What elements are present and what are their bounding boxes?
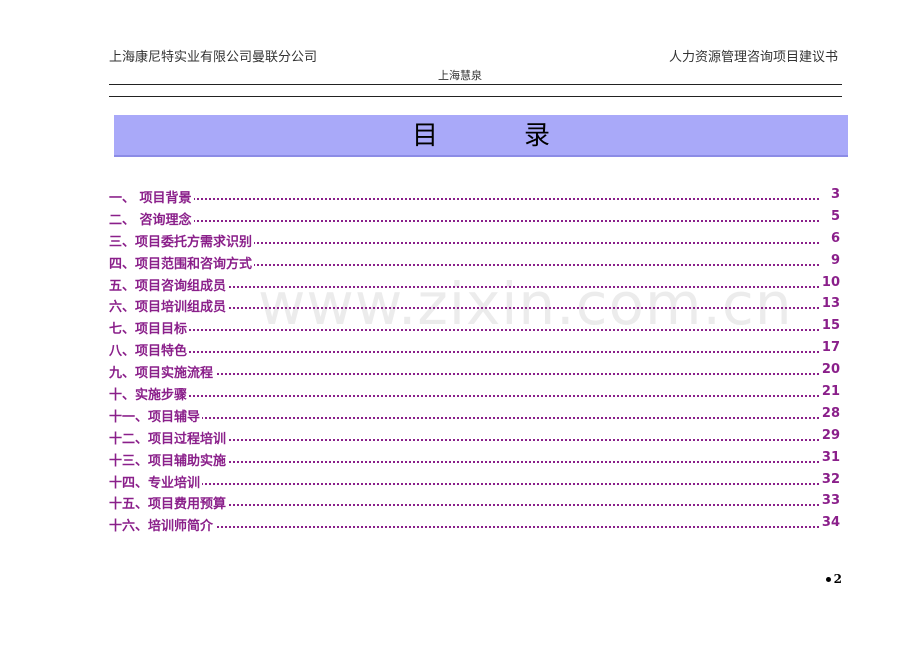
toc-entry-page: 33 [818, 493, 840, 509]
toc-entry-label: 六、项目培训组成员 [109, 296, 229, 316]
toc-entry-label: 一、 项目背景 [109, 187, 194, 206]
toc-entry-label: 十五、项目费用预算 [109, 493, 229, 513]
toc-entry-page: 34 [818, 515, 840, 531]
toc-entry[interactable]: 九、项目实施流程 20 [109, 360, 849, 382]
toc-entry-label: 十、实施步骤 [109, 384, 190, 404]
toc-entry[interactable]: 十一、项目辅导 28 [109, 404, 849, 426]
toc-entry-label: 十一、项目辅导 [109, 405, 203, 425]
toc-entry[interactable]: 六、项目培训组成员 13 [109, 294, 849, 316]
toc-entry[interactable]: 七、项目目标 15 [109, 316, 849, 338]
page-number: 2 [825, 572, 842, 586]
toc-entry[interactable]: 十二、项目过程培训 29 [109, 426, 849, 448]
toc-dot-leader [109, 526, 819, 529]
toc-entry-label: 十二、项目过程培训 [109, 427, 229, 447]
toc-entry-label: 二、 咨询理念 [109, 208, 194, 228]
toc-entry-page: 6 [827, 230, 840, 246]
toc-entry-page: 3 [827, 187, 840, 202]
toc-entry[interactable]: 五、项目咨询组成员 10 [109, 273, 849, 295]
toc-entry[interactable]: 二、 咨询理念 5 [109, 207, 849, 229]
toc-dot-leader [109, 329, 819, 332]
toc-dot-leader [109, 395, 819, 398]
toc-entry[interactable]: 十五、项目费用预算 33 [109, 491, 849, 513]
toc-entry[interactable]: 八、项目特色 17 [109, 338, 849, 360]
toc-entry-label: 十三、项目辅助实施 [109, 449, 229, 469]
table-of-contents: 一、 项目背景 3 二、 咨询理念 5 三、项目委托方需求识别 6 四、项目范围和咨询方式 9… [109, 185, 849, 535]
toc-entry-page: 9 [827, 252, 840, 268]
toc-entry-label: 十六、培训师简介 [109, 515, 216, 535]
toc-entry-label: 九、项目实施流程 [109, 362, 216, 382]
toc-entry-label: 八、项目特色 [109, 340, 190, 360]
toc-entry-page: 28 [818, 405, 840, 421]
toc-dot-leader [109, 198, 819, 200]
toc-entry[interactable]: 十四、专业培训 32 [109, 470, 849, 492]
toc-entry[interactable]: 十三、项目辅助实施 31 [109, 448, 849, 470]
toc-entry-page: 17 [818, 340, 840, 356]
toc-dot-leader [109, 351, 819, 354]
toc-entry-page: 5 [827, 208, 840, 224]
toc-entry-page: 20 [818, 362, 840, 378]
toc-entry-label: 七、项目目标 [109, 318, 190, 338]
header-rule-bottom [109, 96, 842, 97]
page-number-value: 2 [833, 572, 842, 586]
toc-entry[interactable]: 三、项目委托方需求识别 6 [109, 229, 849, 251]
toc-entry[interactable]: 十六、培训师简介 34 [109, 513, 849, 535]
toc-entry-label: 三、项目委托方需求识别 [109, 230, 255, 250]
toc-entry-page: 31 [818, 449, 840, 465]
company-name: 上海康尼特实业有限公司曼联分公司 [109, 50, 318, 65]
toc-dot-leader [109, 219, 819, 222]
document-title: 人力资源管理咨询项目建议书 [668, 50, 838, 65]
toc-entry-page: 29 [818, 427, 840, 443]
toc-entry-label: 五、项目咨询组成员 [109, 274, 229, 294]
toc-entry[interactable]: 四、项目范围和咨询方式 9 [109, 251, 849, 273]
toc-entry-page: 21 [818, 384, 840, 400]
toc-dot-leader [109, 416, 819, 419]
toc-title-banner: 目 录 [114, 115, 848, 157]
header-subheading: 上海慧泉 [438, 69, 482, 82]
toc-title-char-1: 目 [412, 121, 439, 151]
toc-title-char-2: 录 [524, 121, 551, 151]
bullet-icon [825, 577, 831, 582]
toc-dot-leader [109, 482, 819, 485]
toc-entry-label: 十四、专业培训 [109, 471, 203, 491]
toc-entry[interactable]: 十、实施步骤 21 [109, 382, 849, 404]
header-rule-top [109, 84, 842, 85]
toc-entry[interactable]: 一、 项目背景 3 [109, 185, 849, 207]
toc-entry-page: 15 [818, 318, 840, 334]
toc-entry-page: 10 [818, 274, 840, 290]
toc-entry-page: 13 [818, 296, 840, 312]
toc-entry-label: 四、项目范围和咨询方式 [109, 252, 255, 272]
toc-dot-leader [109, 373, 819, 376]
toc-entry-page: 32 [818, 471, 840, 487]
